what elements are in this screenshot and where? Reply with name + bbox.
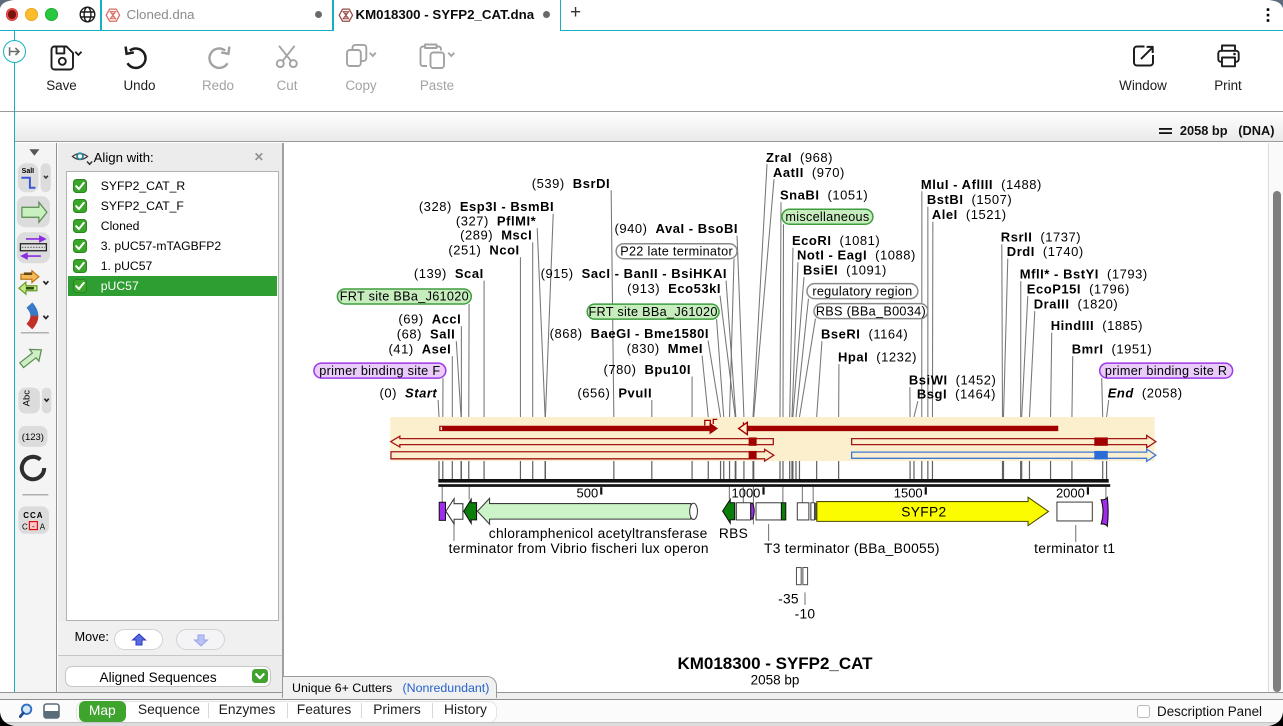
svg-text:HindIII(1885): HindIII(1885) (1051, 318, 1143, 333)
svg-text:EcoRI(1081): EcoRI(1081) (792, 233, 880, 248)
svg-text:BstBI(1507): BstBI(1507) (927, 192, 1012, 207)
svg-text:BmrI(1951): BmrI(1951) (1072, 341, 1153, 356)
svg-text:(68)SalI: (68)SalI (397, 326, 456, 341)
svg-text:RsrII(1737): RsrII(1737) (1001, 229, 1081, 244)
svg-text:2000: 2000 (1056, 485, 1085, 500)
svg-text:FRT site BBa_J61020: FRT site BBa_J61020 (589, 305, 718, 319)
svg-text:regulatory region: regulatory region (813, 284, 913, 298)
svg-text:DraIII(1820): DraIII(1820) (1034, 296, 1119, 311)
svg-text:(913)Eco53kI: (913)Eco53kI (627, 281, 721, 296)
svg-text:A: A (40, 522, 46, 531)
svg-text:P22 late terminator: P22 late terminator (621, 244, 734, 258)
svg-text:MluI - AflIII(1488): MluI - AflIII(1488) (921, 176, 1042, 191)
svg-text:-35: -35 (778, 591, 799, 606)
svg-text:2058 bp: 2058 bp (751, 672, 800, 687)
svg-text:(830)MmeI: (830)MmeI (627, 341, 703, 356)
svg-text:BsiWI(1452): BsiWI(1452) (909, 372, 997, 387)
svg-text:(868)BaeGI - Bme1580I: (868)BaeGI - Bme1580I (550, 326, 709, 341)
svg-text:SYFP2: SYFP2 (902, 504, 947, 519)
svg-text:RBS (BBa_B0034): RBS (BBa_B0034) (816, 304, 926, 318)
svg-text:(328)Esp3I - BsmBI: (328)Esp3I - BsmBI (419, 199, 554, 214)
svg-text:(656)PvuII: (656)PvuII (578, 385, 653, 400)
svg-text:BsgI(1464): BsgI(1464) (917, 386, 996, 401)
svg-text:primer binding site F: primer binding site F (320, 363, 441, 377)
svg-text:(539)BsrDI: (539)BsrDI (532, 175, 610, 190)
svg-text:(123): (123) (22, 432, 44, 443)
svg-text:AatII(970): AatII(970) (773, 164, 845, 179)
svg-text:RBS: RBS (719, 526, 748, 541)
svg-text:terminator from Vibrio fischer: terminator from Vibrio fischeri lux oper… (449, 541, 709, 556)
svg-text:EcoP15I(1796): EcoP15I(1796) (1027, 281, 1130, 296)
svg-text:(327)PflMI*: (327)PflMI* (456, 213, 537, 228)
svg-text:(940)AvaI - BsoBI: (940)AvaI - BsoBI (615, 221, 739, 236)
svg-text:chloramphenicol acetyltransfer: chloramphenicol acetyltransferase (489, 526, 708, 541)
svg-text:HpaI(1232): HpaI(1232) (838, 349, 917, 364)
svg-text:End(2058): End(2058) (1108, 385, 1183, 400)
svg-text:Abc: Abc (21, 389, 32, 406)
svg-text:500: 500 (577, 485, 599, 500)
svg-text:(0)Start: (0)Start (380, 385, 438, 400)
svg-text:BseRI(1164): BseRI(1164) (821, 326, 908, 341)
svg-text:(251)NcoI: (251)NcoI (449, 242, 520, 257)
svg-text:T3 terminator (BBa_B0055): T3 terminator (BBa_B0055) (764, 541, 940, 556)
svg-text:-: - (32, 522, 35, 531)
svg-text:SnaBI(1051): SnaBI(1051) (780, 187, 868, 202)
svg-text:NotI - EagI(1088): NotI - EagI(1088) (797, 247, 916, 262)
svg-text:SalI: SalI (22, 167, 34, 174)
svg-text:FRT site BBa_J61020: FRT site BBa_J61020 (340, 289, 469, 303)
svg-text:1500: 1500 (894, 485, 923, 500)
svg-text:1000: 1000 (732, 485, 761, 500)
svg-text:(69)AccI: (69)AccI (399, 311, 462, 326)
svg-text:(289)MscI: (289)MscI (460, 227, 532, 242)
svg-text:ZraI(968): ZraI(968) (766, 149, 833, 164)
svg-text:(139)ScaI: (139)ScaI (414, 266, 484, 281)
svg-text:BsiEI(1091): BsiEI(1091) (803, 262, 887, 277)
svg-text:DrdI(1740): DrdI(1740) (1007, 244, 1084, 259)
svg-text:primer binding site R: primer binding site R (1105, 363, 1228, 377)
svg-text:C: C (22, 522, 28, 531)
svg-text:(915)SacI - BanII - BsiHKAI: (915)SacI - BanII - BsiHKAI (541, 266, 727, 281)
svg-text:AleI(1521): AleI(1521) (932, 207, 1007, 222)
svg-text:MflI* - BstYI(1793): MflI* - BstYI(1793) (1020, 266, 1148, 281)
svg-text:-10: -10 (795, 606, 816, 621)
svg-text:miscellaneous: miscellaneous (786, 210, 870, 224)
svg-text:(41)AseI: (41)AseI (389, 341, 452, 356)
svg-text:(780)Bpu10I: (780)Bpu10I (604, 362, 692, 377)
svg-text:CCA: CCA (23, 511, 43, 520)
svg-text:KM018300 - SYFP2_CAT: KM018300 - SYFP2_CAT (678, 654, 874, 673)
svg-text:terminator t1: terminator t1 (1034, 541, 1115, 556)
